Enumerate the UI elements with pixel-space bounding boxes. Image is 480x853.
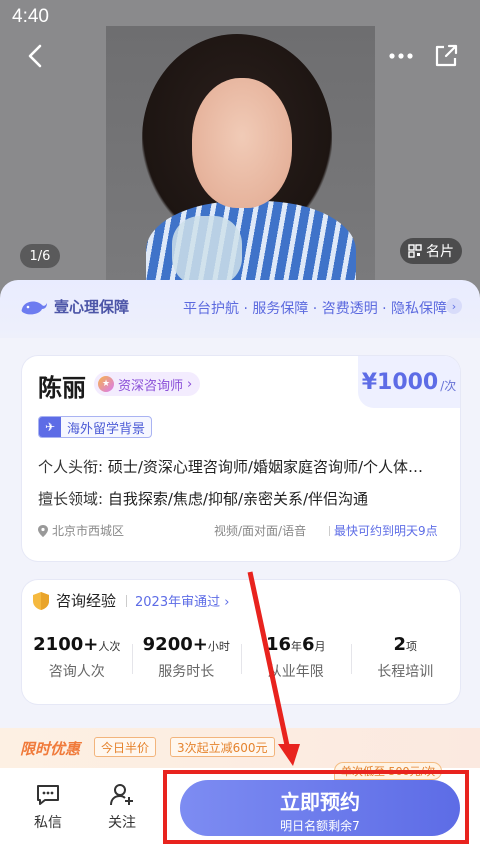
review-status: 2023年审通过 › xyxy=(126,591,229,610)
back-icon[interactable] xyxy=(22,42,50,70)
expertise-value: 自我探索/焦虑/抑郁/亲密关系/伴侣沟通 xyxy=(107,490,369,508)
title-badge[interactable]: ★ 资深咨询师 › xyxy=(94,372,201,396)
location-row: 北京市西城区 xyxy=(38,522,124,539)
stat-value: 2100+ xyxy=(33,634,99,655)
promo-tag-half-price: 今日半价 xyxy=(94,737,157,757)
stat-label: 长程培训 xyxy=(377,664,434,680)
whale-logo-icon xyxy=(21,301,47,314)
guarantee-links: 平台护航 · 服务保障 · 咨费透明 · 隐私保障 xyxy=(183,301,448,317)
background-tag: ✈ 海外留学背景 xyxy=(38,416,153,438)
earliest-availability: 最快可约到明天9点 xyxy=(329,522,438,539)
stat-unit: 项 xyxy=(406,640,418,653)
credentials-value: 硕士/资深心理咨询师/婚姻家庭咨询师/个人体… xyxy=(107,458,424,476)
consult-modes: 视频/面对面/语音 xyxy=(214,524,307,538)
shield-icon xyxy=(33,591,49,610)
credentials-label: 个人头衔: xyxy=(38,458,104,476)
guarantee-brand-text: 壹心理保障 xyxy=(54,298,130,316)
stat-label: 服务时长 xyxy=(158,664,215,680)
business-card-label: 名片 xyxy=(426,244,454,260)
location-text: 北京市西城区 xyxy=(52,524,125,538)
photo-counter: 1/6 xyxy=(20,244,60,268)
stat-value: 9200+ xyxy=(142,634,208,655)
expertise-label: 擅长领域: xyxy=(38,490,104,508)
stat-unit: 人次 xyxy=(98,640,121,653)
stat-unit: 小时 xyxy=(207,640,230,653)
profile-card: 陈丽 ★ 资深咨询师 › ¥1000 /次 ✈ 海外留学背景 个人头衔: 硕士/… xyxy=(22,356,460,561)
chat-icon xyxy=(37,785,59,805)
stats-row: 2100+人次 咨询人次 9200+小时 服务时长 16年6月 从业年限 2项 … xyxy=(22,634,460,681)
stat-unit: 月 xyxy=(314,640,326,653)
message-button[interactable]: 私信 xyxy=(23,782,73,832)
price: ¥1000 xyxy=(361,369,439,395)
airplane-icon: ✈ xyxy=(39,417,61,437)
qr-icon xyxy=(408,244,422,258)
status-time: 4:40 xyxy=(12,6,49,27)
stat-unit: 年 xyxy=(291,640,303,653)
title-badge-text: 资深咨询师 xyxy=(118,378,184,394)
platform-guarantee-bar[interactable]: 壹心理保障 平台护航 · 服务保障 · 咨费透明 · 隐私保障 › xyxy=(0,280,480,340)
stat-value: 16 xyxy=(265,634,292,655)
credentials-row: 个人头衔: 硕士/资深心理咨询师/婚姻家庭咨询师/个人体… xyxy=(38,456,423,477)
stat-long-training: 2项 长程培训 xyxy=(350,634,461,681)
stat-label: 咨询人次 xyxy=(48,664,105,680)
annotation-highlight-box xyxy=(163,770,469,844)
hero-photo-area: 4:40 1/6 名片 xyxy=(0,0,480,300)
experience-card: 咨询经验 2023年审通过 › 2100+人次 咨询人次 9200+小时 服务时… xyxy=(22,580,460,704)
add-user-icon xyxy=(110,784,133,806)
stat-value-months: 6 xyxy=(302,634,315,655)
stat-years: 16年6月 从业年限 xyxy=(241,634,351,681)
medal-icon: ★ xyxy=(98,376,114,392)
main-content: 陈丽 ★ 资深咨询师 › ¥1000 /次 ✈ 海外留学背景 个人头衔: 硕士/… xyxy=(0,338,480,768)
more-icon[interactable] xyxy=(386,44,416,68)
stat-value: 2 xyxy=(393,634,407,655)
chevron-right-icon: › xyxy=(446,298,462,314)
counselor-photo[interactable] xyxy=(106,26,375,286)
guarantee-brand: 壹心理保障 xyxy=(20,296,129,317)
stat-consult-count: 2100+人次 咨询人次 xyxy=(22,634,132,681)
location-pin-icon xyxy=(38,524,48,537)
price-unit: /次 xyxy=(440,378,457,393)
experience-title: 咨询经验 xyxy=(56,592,117,610)
follow-button[interactable]: 关注 xyxy=(97,782,147,832)
promo-title: 限时优惠 xyxy=(20,740,81,758)
stat-service-hours: 9200+小时 服务时长 xyxy=(131,634,242,681)
price-box: ¥1000 /次 xyxy=(358,356,460,408)
counselor-name: 陈丽 xyxy=(38,374,86,402)
experience-header[interactable]: 咨询经验 2023年审通过 › xyxy=(32,590,229,611)
chevron-right-icon: › xyxy=(187,376,193,392)
stat-label: 从业年限 xyxy=(267,664,324,680)
share-icon[interactable] xyxy=(432,42,460,70)
message-label: 私信 xyxy=(34,815,62,831)
follow-label: 关注 xyxy=(108,815,136,831)
business-card-button[interactable]: 名片 xyxy=(400,238,462,264)
expertise-row: 擅长领域: 自我探索/焦虑/抑郁/亲密关系/伴侣沟通 xyxy=(38,488,368,509)
background-tag-text: 海外留学背景 xyxy=(67,421,146,437)
promo-tag-discount: 3次起立减600元 xyxy=(170,737,275,757)
